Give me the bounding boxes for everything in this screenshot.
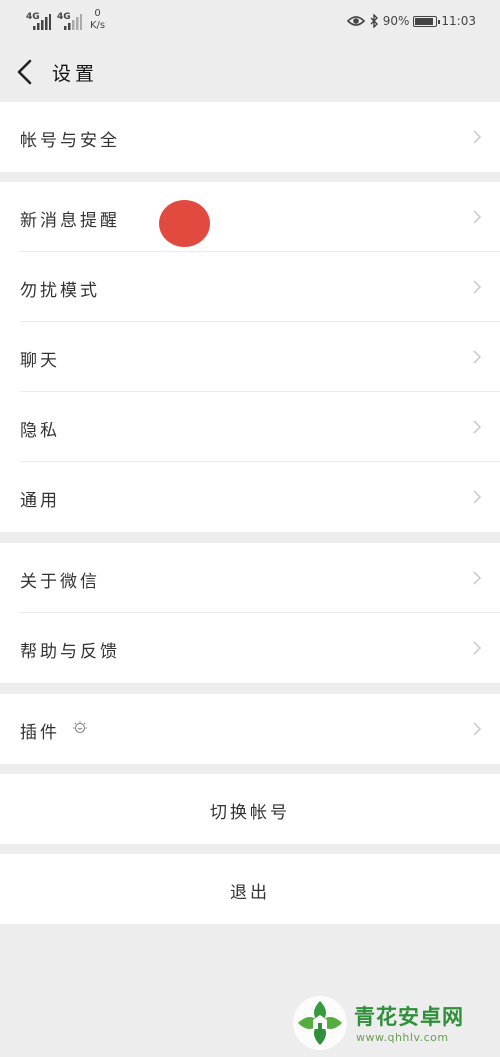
switch-account-button[interactable]: 切换帐号 (0, 774, 500, 844)
back-button[interactable] (12, 56, 40, 88)
signal-bars-icon (64, 14, 82, 30)
clock: 11:03 (441, 14, 476, 28)
eye-icon (346, 16, 365, 26)
group-plugins: 插件 (0, 694, 500, 764)
settings-item-label: 帮助与反馈 (20, 642, 120, 662)
chevron-right-icon (473, 571, 482, 585)
watermark-logo (293, 996, 347, 1050)
bluetooth-icon (370, 14, 378, 28)
chevron-right-icon (473, 130, 482, 144)
logout-button[interactable]: 退出 (0, 854, 500, 924)
chevron-right-icon (473, 210, 482, 224)
chevron-right-icon (473, 722, 482, 736)
settings-item-new-message-notifications[interactable]: 新消息提醒 (0, 182, 500, 252)
settings-item-general[interactable]: 通用 (0, 462, 500, 532)
group-about: 关于微信 帮助与反馈 (0, 543, 500, 683)
page-title: 设置 (52, 63, 99, 85)
battery-level (415, 17, 433, 25)
settings-item-about-wechat[interactable]: 关于微信 (0, 543, 500, 613)
settings-item-plugins[interactable]: 插件 (0, 694, 500, 764)
chevron-right-icon (473, 280, 482, 294)
network-speed: 0 K/s (90, 8, 105, 32)
watermark-url: www.qhhlv.com (356, 1031, 449, 1044)
status-bar: 4G 4G 0 K/s 90% 11:03 (0, 0, 500, 42)
battery-percent: 90% (382, 14, 410, 28)
group-logout: 退出 (0, 854, 500, 924)
speed-value: 0 (94, 8, 101, 19)
status-right: 90% 11:03 (346, 12, 476, 30)
settings-item-label: 插件 (20, 723, 60, 743)
switch-account-label: 切换帐号 (210, 803, 290, 823)
signal-bars-icon (33, 14, 51, 30)
watermark-title: 青花安卓网 (354, 1005, 464, 1029)
settings-item-account-security[interactable]: 帐号与安全 (0, 102, 500, 172)
group-account: 帐号与安全 (0, 102, 500, 172)
chevron-right-icon (473, 420, 482, 434)
group-main: 新消息提醒 勿扰模式 聊天 隐私 通用 (0, 182, 500, 532)
chevron-left-icon (17, 59, 32, 85)
logout-label: 退出 (230, 883, 270, 903)
settings-item-label: 聊天 (20, 351, 60, 371)
speed-unit: K/s (90, 20, 106, 31)
settings-item-label: 帐号与安全 (20, 131, 120, 151)
settings-item-help-feedback[interactable]: 帮助与反馈 (0, 613, 500, 683)
red-marker (159, 200, 210, 247)
chevron-right-icon (473, 490, 482, 504)
settings-item-label: 勿扰模式 (20, 281, 100, 301)
battery-icon (413, 15, 441, 27)
settings-item-label: 通用 (20, 491, 60, 511)
nav-bar: 设置 (0, 42, 500, 102)
settings-item-do-not-disturb[interactable]: 勿扰模式 (0, 252, 500, 322)
lightbulb-icon (73, 721, 87, 733)
group-switch-account: 切换帐号 (0, 774, 500, 844)
settings-item-privacy[interactable]: 隐私 (0, 392, 500, 462)
chevron-right-icon (473, 641, 482, 655)
chevron-right-icon (473, 350, 482, 364)
settings-item-label: 隐私 (20, 421, 60, 441)
settings-item-label: 关于微信 (20, 572, 100, 592)
settings-item-label: 新消息提醒 (20, 211, 120, 231)
settings-item-chat[interactable]: 聊天 (0, 322, 500, 392)
watermark: 青花安卓网 www.qhhlv.com (292, 995, 492, 1051)
